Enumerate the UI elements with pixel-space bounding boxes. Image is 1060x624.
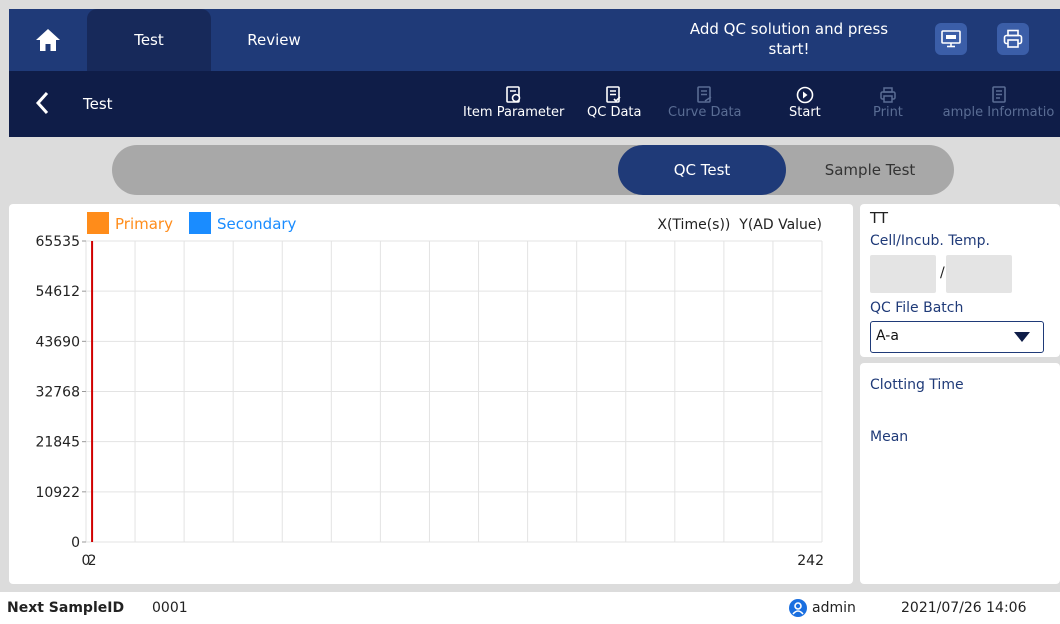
legend-primary-label: Primary	[115, 215, 173, 233]
qc-batch-value: A-a	[876, 328, 899, 344]
qc-data-label: QC Data	[587, 105, 642, 120]
qc-batch-select[interactable]: A-a	[870, 321, 1044, 353]
y-tick-label: 54612	[35, 284, 80, 300]
top-bar: Test Review Add QC solution and press st…	[9, 9, 1060, 71]
qc-test-label: QC Test	[673, 161, 731, 179]
print-top-button[interactable]	[997, 23, 1029, 55]
chart-panel: 65535 54612 43690 32768 21845 10922 0 0 2 242 Pr…	[9, 204, 853, 584]
datetime: 2021/07/26 14:06	[901, 600, 1027, 616]
print-button[interactable]: Print	[873, 85, 903, 120]
y-tick-label: 32768	[35, 385, 80, 401]
lis-icon	[941, 30, 961, 48]
test-mode-switch: QC Test Sample Test	[112, 145, 954, 195]
y-tick-label: 65535	[35, 234, 80, 250]
x-tick-label: 2	[88, 553, 97, 569]
page-title: Test	[83, 95, 113, 113]
qc-test-tab[interactable]: QC Test	[618, 145, 786, 195]
sample-test-label: Sample Test	[824, 161, 916, 179]
lis-button[interactable]	[935, 23, 967, 55]
document-icon	[991, 86, 1006, 103]
curve-data-button[interactable]: Curve Data	[668, 85, 742, 120]
sample-information-button[interactable]: ample Informatio	[937, 85, 1060, 120]
caret-down-icon	[1014, 332, 1030, 342]
printer-icon	[880, 87, 896, 103]
start-button[interactable]: Start	[789, 85, 821, 120]
legend-secondary-label: Secondary	[217, 215, 297, 233]
toolbar: Test Item Parameter QC Data Curve Data S…	[9, 71, 1060, 137]
home-icon	[36, 29, 60, 51]
qc-data-icon	[606, 86, 621, 103]
y-tick-label: 10922	[35, 485, 80, 501]
axis-title: X(Time(s)) Y(AD Value)	[657, 217, 822, 233]
item-parameter-button[interactable]: Item Parameter	[463, 85, 564, 120]
item-name: TT	[870, 209, 889, 227]
next-sample-value: 0001	[152, 600, 188, 616]
tab-test[interactable]: Test	[87, 9, 211, 71]
sample-information-label: ample Informatio	[942, 105, 1055, 120]
printer-icon	[1003, 29, 1023, 48]
temp-label: Cell/Incub. Temp.	[870, 233, 991, 249]
back-button[interactable]	[35, 91, 49, 119]
home-button[interactable]	[9, 9, 87, 71]
status-message: Add QC solution and press start!	[689, 20, 889, 58]
legend-primary-swatch	[87, 212, 109, 234]
mean-label: Mean	[870, 429, 909, 445]
item-parameter-label: Item Parameter	[463, 105, 565, 120]
print-label: Print	[873, 105, 903, 120]
next-sample-label: Next SampleID	[7, 600, 125, 616]
batch-label: QC File Batch	[870, 300, 964, 316]
curve-data-label: Curve Data	[668, 105, 742, 120]
chevron-left-icon	[35, 91, 49, 115]
tab-test-label: Test	[134, 31, 164, 49]
play-circle-icon	[796, 86, 814, 104]
curve-data-icon	[696, 86, 712, 103]
clotting-time-label: Clotting Time	[870, 377, 964, 393]
reaction-curve-chart: 6553554612436903276821845109220 02 242 Pr…	[35, 212, 824, 569]
y-tick-label: 21845	[35, 435, 80, 451]
qc-data-button[interactable]: QC Data	[587, 85, 641, 120]
start-label: Start	[789, 105, 821, 120]
tab-review[interactable]: Review	[219, 9, 329, 71]
legend-secondary-swatch	[189, 212, 211, 234]
temp-separator: /	[940, 265, 945, 281]
status-bar: Next SampleID 0001 admin 2021/07/26 14:0…	[0, 592, 1060, 624]
qc-info-panel: TT Cell/Incub. Temp. / QC File Batch A-a	[860, 204, 1060, 357]
incub-temp-field	[946, 255, 1012, 293]
user-icon	[789, 599, 807, 617]
item-parameter-icon	[505, 86, 520, 103]
user-name: admin	[812, 600, 856, 616]
sample-test-tab[interactable]: Sample Test	[786, 145, 954, 195]
y-tick-label: 43690	[35, 334, 80, 350]
result-panel: Clotting Time Mean	[860, 363, 1060, 584]
y-tick-label: 0	[71, 535, 80, 551]
tab-review-label: Review	[247, 31, 301, 49]
cell-temp-field	[870, 255, 936, 293]
x-tick-label: 242	[797, 553, 824, 569]
